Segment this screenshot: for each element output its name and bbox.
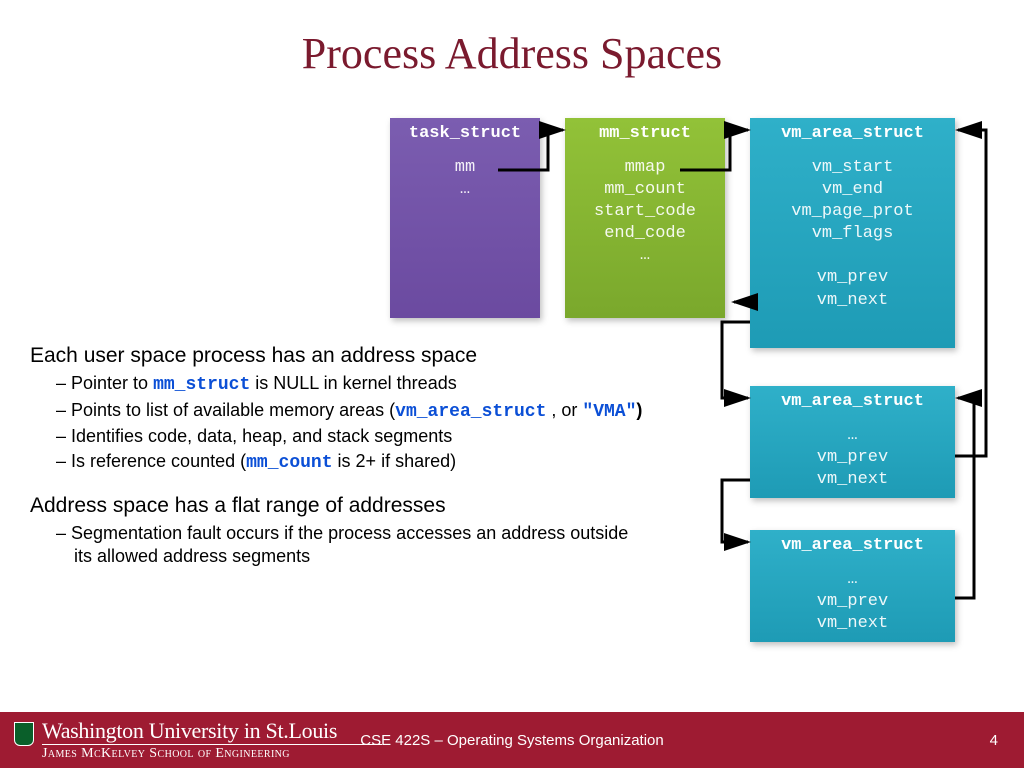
bullet: Pointer to mm_struct is NULL in kernel t…	[30, 372, 650, 397]
bullet: Identifies code, data, heap, and stack s…	[30, 425, 650, 448]
bullet: Points to list of available memory areas…	[30, 399, 650, 424]
mm-field: start_code	[573, 201, 717, 223]
vma-field: vm_start	[758, 157, 947, 179]
slide-title: Process Address Spaces	[0, 0, 1024, 79]
vm-area-struct-box-1: vm_area_struct vm_start vm_end vm_page_p…	[750, 118, 955, 348]
vma-field: vm_next	[758, 613, 947, 635]
task-field: …	[398, 179, 532, 201]
vma-field: vm_prev	[758, 447, 947, 469]
vma-field: …	[758, 569, 947, 591]
vma-field: vm_flags	[758, 223, 947, 245]
vma-field: vm_prev	[758, 591, 947, 613]
vma-field: …	[758, 425, 947, 447]
bullet: Segmentation fault occurs if the process…	[30, 522, 650, 567]
school-name: James McKelvey School of Engineering	[42, 747, 382, 762]
task-struct-header: task_struct	[398, 124, 532, 143]
vma-header: vm_area_struct	[758, 124, 947, 143]
body-text: Each user space process has an address s…	[30, 344, 650, 587]
vma-header: vm_area_struct	[758, 392, 947, 411]
task-struct-box: task_struct mm …	[390, 118, 540, 318]
mm-struct-header: mm_struct	[573, 124, 717, 143]
mm-field: end_code	[573, 223, 717, 245]
mm-field: mm_count	[573, 179, 717, 201]
vma-header: vm_area_struct	[758, 536, 947, 555]
footer-bar: Washington University in St.Louis James …	[0, 712, 1024, 768]
mm-field: …	[573, 245, 717, 267]
para2-lead: Address space has a flat range of addres…	[30, 494, 650, 518]
vm-area-struct-box-3: vm_area_struct … vm_prev vm_next	[750, 530, 955, 642]
mm-struct-box: mm_struct mmap mm_count start_code end_c…	[565, 118, 725, 318]
vma-field: vm_next	[758, 469, 947, 491]
vma-field: vm_end	[758, 179, 947, 201]
page-number: 4	[990, 732, 998, 749]
task-field: mm	[398, 157, 532, 179]
vm-area-struct-box-2: vm_area_struct … vm_prev vm_next	[750, 386, 955, 498]
vma-field: vm_next	[758, 290, 947, 312]
vma-field: vm_page_prot	[758, 201, 947, 223]
vma-field: vm_prev	[758, 267, 947, 289]
para1-lead: Each user space process has an address s…	[30, 344, 650, 368]
bullet: Is reference counted (mm_count is 2+ if …	[30, 450, 650, 475]
vma-field	[758, 245, 947, 267]
mm-field: mmap	[573, 157, 717, 179]
course-label: CSE 422S – Operating Systems Organizatio…	[0, 732, 1024, 749]
